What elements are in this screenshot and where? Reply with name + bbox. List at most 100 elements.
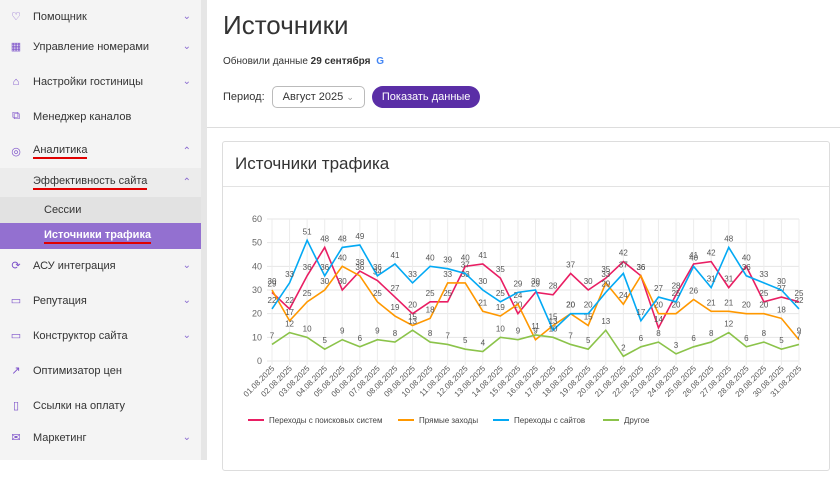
- data-label: 20: [584, 301, 593, 310]
- data-label: 41: [478, 251, 487, 260]
- google-icon: G: [376, 56, 385, 67]
- sidebar-item-0[interactable]: ♡ Помощник ⌄: [0, 0, 201, 33]
- show-data-button[interactable]: Показать данные: [371, 86, 481, 108]
- data-label: 20: [759, 301, 768, 310]
- data-label: 25: [303, 289, 312, 298]
- data-label: 6: [691, 334, 696, 343]
- data-label: 13: [408, 317, 417, 326]
- data-label: 25: [672, 289, 681, 298]
- legend-item[interactable]: Переходы с поисковых систем: [269, 416, 382, 425]
- sidebar-item-3[interactable]: ⧉ Менеджер каналов: [0, 100, 201, 133]
- data-label: 2: [621, 343, 626, 352]
- data-label: 6: [639, 334, 644, 343]
- chevron-down-icon[interactable]: ⌄: [183, 76, 191, 87]
- sidebar-item-10[interactable]: ▭ Конструктор сайта ⌄: [0, 319, 201, 352]
- updated-info: Обновили данные 29 сентября G: [223, 56, 384, 67]
- sidebar-item-2[interactable]: ⌂ Настройки гостиницы ⌄: [0, 65, 201, 98]
- chevron-down-icon[interactable]: ⌄: [183, 295, 191, 306]
- legend-item[interactable]: Другое: [624, 416, 650, 425]
- chevron-down-icon[interactable]: ⌄: [183, 432, 191, 443]
- data-label: 7: [797, 331, 802, 340]
- data-label: 48: [724, 234, 733, 243]
- data-label: 18: [426, 305, 435, 314]
- chat-icon: ▭: [10, 295, 22, 307]
- sidebar-item-9[interactable]: ▭ Репутация ⌄: [0, 284, 201, 317]
- data-label: 33: [601, 270, 610, 279]
- data-label: 20: [566, 301, 575, 310]
- sidebar-item-6[interactable]: Сессии: [0, 197, 201, 223]
- chevron-down-icon[interactable]: ⌄: [183, 260, 191, 271]
- chevron-down-icon[interactable]: ⌄: [183, 41, 191, 52]
- data-label: 12: [285, 320, 294, 329]
- data-label: 41: [391, 251, 400, 260]
- data-label: 42: [619, 249, 628, 258]
- chevron-up-icon[interactable]: ⌃: [183, 146, 191, 157]
- data-label: 22: [285, 296, 294, 305]
- sidebar-item-12[interactable]: ▯ Ссылки на оплату: [0, 389, 201, 422]
- data-label: 36: [303, 263, 312, 272]
- sidebar-item-label: Репутация: [33, 294, 87, 307]
- heart-icon: ♡: [11, 11, 21, 23]
- trend-icon: ↗: [11, 365, 21, 377]
- data-label: 25: [759, 289, 768, 298]
- data-label: 14: [654, 315, 663, 324]
- sidebar-item-8[interactable]: ⟳ АСУ интеграция ⌄: [0, 249, 201, 282]
- calendar-icon: ▦: [10, 41, 22, 53]
- data-label: 19: [391, 303, 400, 312]
- sidebar-item-13[interactable]: ✉ Маркетинг ⌄: [0, 421, 201, 454]
- page-title: Источники: [223, 10, 349, 40]
- chevron-down-icon[interactable]: ⌄: [183, 330, 191, 341]
- main-content: Источники Обновили данные 29 сентября G …: [207, 0, 840, 471]
- data-label: 28: [549, 282, 558, 291]
- data-label: 5: [586, 336, 591, 345]
- chevron-down-icon: ⌄: [346, 92, 354, 102]
- data-label: 37: [619, 260, 628, 269]
- data-label: 33: [759, 270, 768, 279]
- updated-date: 29 сентября: [310, 56, 371, 67]
- sidebar-item-label: Оптимизатор цен: [33, 364, 122, 377]
- sidebar-item-7[interactable]: Источники трафика: [0, 223, 201, 249]
- y-tick-label: 60: [252, 214, 262, 224]
- data-label: 37: [461, 260, 470, 269]
- legend-item[interactable]: Переходы с сайтов: [514, 416, 585, 425]
- sidebar-item-label: Менеджер каналов: [33, 110, 132, 123]
- data-label: 8: [656, 329, 661, 338]
- data-label: 5: [463, 336, 468, 345]
- sidebar-item-11[interactable]: ↗ Оптимизатор цен: [0, 354, 201, 387]
- data-label: 9: [340, 327, 345, 336]
- sidebar-item-label: Сессии: [44, 204, 82, 216]
- y-tick-label: 50: [252, 238, 262, 248]
- period-select[interactable]: Август 2025 ⌄: [271, 86, 365, 108]
- data-label: 30: [320, 277, 329, 286]
- data-label: 48: [320, 234, 329, 243]
- y-tick-label: 30: [252, 285, 262, 295]
- data-label: 5: [322, 336, 327, 345]
- chevron-down-icon[interactable]: ⌄: [183, 11, 191, 22]
- data-label: 48: [338, 234, 347, 243]
- data-label: 7: [568, 331, 573, 340]
- data-label: 49: [355, 232, 364, 241]
- period-row: Период: Август 2025 ⌄ Показать данные: [223, 86, 481, 108]
- data-label: 30: [478, 277, 487, 286]
- data-label: 51: [303, 227, 312, 236]
- data-label: 33: [443, 270, 452, 279]
- traffic-chart: 010203040506001.08.202502.08.202503.08.2…: [242, 214, 804, 425]
- legend-item[interactable]: Прямые заходы: [419, 416, 478, 425]
- sidebar-item-4[interactable]: ◎ Аналитика ⌃: [0, 135, 201, 168]
- sidebar-item-5[interactable]: Эффективность сайта ⌃: [0, 168, 201, 197]
- sidebar-item-label: Аналитика: [33, 144, 88, 159]
- data-label: 42: [707, 249, 716, 258]
- data-label: 33: [285, 270, 294, 279]
- data-label: 4: [481, 339, 486, 348]
- sidebar-item-1[interactable]: ▦ Управление номерами ⌄: [0, 30, 201, 63]
- data-label: 36: [355, 263, 364, 272]
- sidebar-item-label: Помощник: [33, 10, 87, 23]
- sidebar-item-label: АСУ интеграция: [33, 259, 116, 272]
- data-label: 21: [724, 298, 733, 307]
- data-label: 7: [445, 331, 450, 340]
- data-label: 27: [391, 284, 400, 293]
- data-label: 40: [426, 253, 435, 262]
- period-label: Период:: [223, 91, 265, 103]
- data-label: 24: [619, 291, 628, 300]
- chevron-up-icon[interactable]: ⌃: [183, 177, 191, 188]
